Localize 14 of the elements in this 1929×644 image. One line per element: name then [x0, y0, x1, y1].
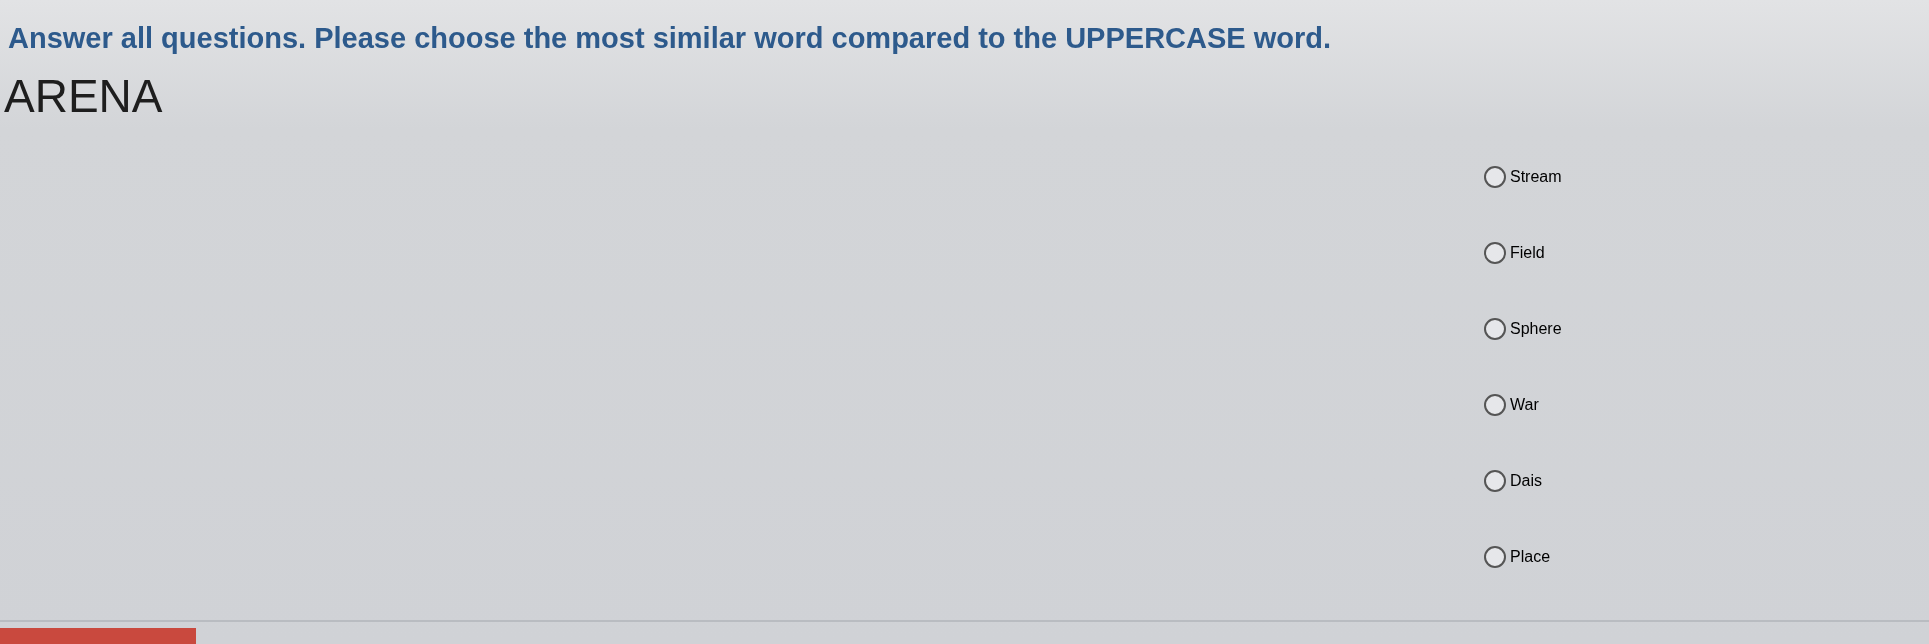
- option-label[interactable]: Place: [1510, 548, 1551, 566]
- option-label[interactable]: Dais: [1510, 472, 1542, 490]
- option-label[interactable]: Field: [1510, 244, 1545, 262]
- radio-button[interactable]: [1484, 318, 1506, 340]
- option-label[interactable]: Stream: [1510, 168, 1562, 186]
- radio-button[interactable]: [1484, 394, 1506, 416]
- radio-button[interactable]: [1484, 166, 1506, 188]
- option-label[interactable]: Sphere: [1510, 320, 1562, 338]
- radio-button[interactable]: [1484, 242, 1506, 264]
- option-label[interactable]: War: [1510, 396, 1539, 414]
- question-word: ARENA: [3, 69, 164, 123]
- instruction-text: Answer all questions. Please choose the most similar word compared to the UPPERCASE word.: [7, 22, 1333, 55]
- radio-button[interactable]: [1484, 546, 1506, 568]
- radio-button[interactable]: [1484, 470, 1506, 492]
